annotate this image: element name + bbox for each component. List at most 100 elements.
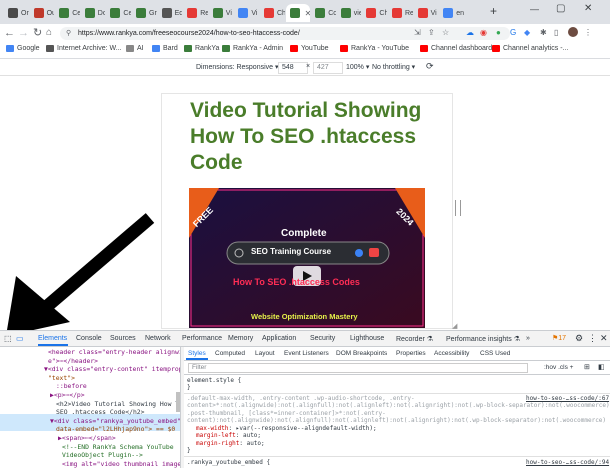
back-button[interactable]: ← [4, 27, 15, 39]
height-input[interactable]: 427 [313, 62, 343, 74]
dom-node-line[interactable]: ::before [56, 382, 87, 391]
devtools-tab[interactable]: Application [262, 335, 296, 342]
devtools-tab[interactable]: Performance insights ⚗ [446, 335, 520, 343]
bookmark-item[interactable]: Bard [152, 45, 178, 52]
rotate-icon[interactable]: ⟳ [426, 61, 434, 72]
devtools-settings-icon[interactable]: ⚙ [575, 333, 583, 344]
dom-node-line[interactable]: ▶<span>⋯</span> [58, 434, 116, 443]
browser-tab[interactable]: vie [337, 4, 361, 22]
css-property-row[interactable]: max-width: ▸var(--responsive--aligndefau… [196, 425, 377, 432]
install-icon[interactable]: ⇲ [414, 28, 421, 37]
viewport-resize-handle[interactable] [455, 200, 461, 216]
extension-blue-icon[interactable]: ◆ [524, 28, 530, 37]
bookmark-star-icon[interactable]: ☆ [442, 28, 449, 37]
browser-tab[interactable]: Ce [106, 4, 131, 22]
menu-dots-icon[interactable]: ⋮ [584, 28, 592, 37]
dom-node-line[interactable]: "text"> [48, 374, 75, 383]
extension-g-icon[interactable]: G [510, 28, 516, 37]
bookmark-item[interactable]: Internet Archive: W... [46, 45, 122, 52]
devtools-tab[interactable]: Network [145, 335, 171, 342]
extension-red-icon[interactable]: ◉ [480, 28, 487, 37]
zoom-select[interactable]: 100% ▾ [346, 63, 369, 71]
browser-tab[interactable]: Ch [260, 4, 285, 22]
maximize-button[interactable]: ▢ [556, 3, 565, 14]
forward-button[interactable]: → [18, 27, 29, 39]
browser-tab[interactable]: Ce [55, 4, 80, 22]
browser-tab[interactable]: Ou [30, 4, 54, 22]
browser-tab[interactable]: Do [81, 4, 105, 22]
rule-selector-line[interactable]: .default-max-width, .entry-content .wp-a… [187, 395, 415, 402]
dom-node-line[interactable]: data-embed="l2LHhjap9no"> == $0 [56, 425, 175, 434]
browser-tab[interactable]: en [439, 4, 464, 22]
sidebar-toggle-icon[interactable]: ◧ [598, 363, 605, 371]
dom-node-line[interactable]: ▼<div class="entry-content" itemprop= [44, 365, 180, 374]
bookmark-item[interactable]: RankYa - Admin [222, 45, 283, 52]
element-style-selector[interactable]: element.style { [187, 377, 241, 384]
reload-button[interactable]: ↻ [33, 27, 42, 39]
devtools-tab[interactable]: Lighthouse [350, 335, 384, 342]
extension-green-icon[interactable]: ● [496, 28, 501, 37]
dom-node-line[interactable]: SEO .htaccess Code</h2> [56, 408, 145, 417]
new-rule-icon[interactable]: ⊞ [584, 363, 590, 371]
css-property-row[interactable]: margin-right: auto; [196, 440, 265, 447]
rule-selector-line[interactable]: content):not(.alignwide):not(.alignfull)… [187, 417, 610, 424]
share-icon[interactable]: ⇪ [428, 28, 435, 37]
devtools-tab[interactable]: Memory [228, 335, 253, 342]
dom-tree[interactable]: <header class="entry-header alignwi e">⋯<… [0, 347, 180, 468]
sidepanel-icon[interactable]: ▯ [554, 28, 558, 37]
close-window-button[interactable]: ✕ [584, 3, 592, 14]
new-tab-button[interactable]: + [490, 4, 497, 18]
bookmark-item[interactable]: Channel dashboard... [420, 45, 498, 52]
browser-tab[interactable]: Re [388, 4, 413, 22]
bookmark-item[interactable]: RankYa - YouTube [340, 45, 409, 52]
devtools-tab[interactable]: Console [76, 335, 102, 342]
issues-badge[interactable]: ⚑17 [552, 334, 566, 342]
profile-avatar[interactable] [568, 27, 578, 37]
styles-subtab[interactable]: CSS Used [480, 350, 510, 357]
puzzle-icon[interactable]: ✱ [540, 28, 547, 37]
browser-tab[interactable]: Vi [414, 4, 439, 22]
browser-tab[interactable]: On [4, 4, 29, 22]
devtools-close-icon[interactable]: ✕ [600, 333, 608, 344]
styles-subtab[interactable]: Event Listeners [284, 350, 329, 357]
video-thumbnail[interactable]: FREE 2024 Complete SEO Training Course H… [189, 188, 425, 328]
minimize-button[interactable]: — [530, 4, 539, 14]
bookmark-item[interactable]: RankYa [184, 45, 219, 52]
dom-node-line[interactable]: ▼<div class="rankya_youtube_embed" [50, 417, 180, 426]
rule-source-link[interactable]: how-to-seo-…ss-code/:67 [526, 395, 609, 402]
extension-icon[interactable]: ☁ [466, 28, 474, 37]
devtools-tab[interactable]: Recorder ⚗ [396, 335, 433, 343]
browser-tab[interactable]: Vi [234, 4, 259, 22]
styles-subtab[interactable]: Computed [215, 350, 245, 357]
devtools-tab[interactable]: Performance [182, 335, 222, 342]
browser-tab[interactable]: Ch [362, 4, 387, 22]
dom-node-line[interactable]: e">⋯</header> [48, 357, 98, 366]
devtools-tab[interactable]: Sources [110, 335, 136, 342]
devtools-tab[interactable]: » [526, 335, 530, 342]
rule-selector-line[interactable]: .post-thumbnail, [class*=inner-container… [187, 410, 386, 417]
browser-tab[interactable]: Gr [132, 4, 157, 22]
inspect-icon[interactable]: ⬚ [4, 334, 12, 343]
styles-subtab[interactable]: Layout [255, 350, 275, 357]
styles-subtab[interactable]: Styles [188, 350, 206, 357]
styles-subtab[interactable]: DOM Breakpoints [336, 350, 387, 357]
corner-resize-handle[interactable]: ◢ [452, 322, 457, 330]
dom-node-line[interactable]: <!--END RankYa Schema YouTube [62, 443, 174, 452]
width-input[interactable]: 548 [278, 62, 308, 74]
bookmark-item[interactable]: AI [126, 45, 144, 52]
rankya-embed-selector[interactable]: .rankya_youtube_embed { [187, 459, 270, 466]
throttling-select[interactable]: No throttling ▾ [372, 63, 415, 71]
bookmark-item[interactable]: Channel analytics -... [492, 45, 568, 52]
rule-selector-line[interactable]: content>*:not(.alignwide):not(.alignfull… [187, 402, 610, 409]
browser-tab[interactable]: Co [311, 4, 336, 22]
dom-node-line[interactable]: ▶<p>⋯</p> [50, 391, 85, 400]
styles-filter-tools[interactable]: :hov .cls + [544, 364, 573, 371]
browser-tab[interactable]: Vi [209, 4, 234, 22]
tab-close-icon[interactable]: ✕ [305, 9, 311, 18]
site-info-icon[interactable]: ⚲ [66, 27, 71, 40]
device-toggle-icon[interactable]: ▭ [16, 334, 24, 343]
styles-filter-input[interactable]: Filter [188, 363, 528, 373]
styles-subtab[interactable]: Accessibility [434, 350, 469, 357]
rule-source-link[interactable]: how-to-seo-…ss-code/:94 [526, 459, 609, 466]
dom-node-line[interactable]: VideoObject Plugin--> [62, 451, 143, 460]
